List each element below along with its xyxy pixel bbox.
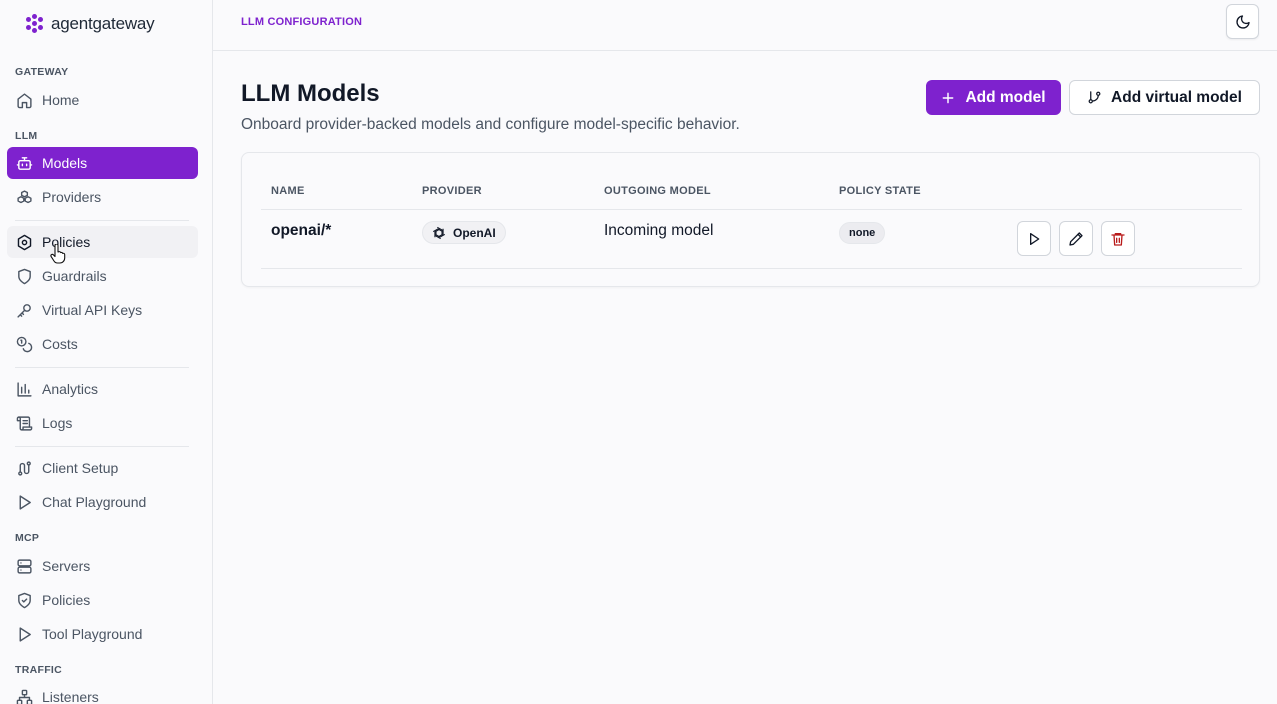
gear-hexagon-icon [17, 234, 32, 250]
sidebar-item-models[interactable]: Models [7, 147, 198, 179]
shield-icon [18, 268, 31, 284]
coins-icon [16, 336, 33, 352]
sidebar-item-home[interactable]: Home [7, 84, 198, 116]
moon-icon [1235, 14, 1250, 29]
table-row-divider [261, 268, 1242, 269]
edit-model-button[interactable] [1059, 221, 1093, 256]
column-header-policy-state: POLICY STATE [839, 185, 921, 197]
page-subtitle: Onboard provider-backed models and confi… [241, 116, 740, 133]
pencil-icon [1069, 231, 1083, 246]
models-table-card: NAME PROVIDER OUTGOING MODEL POLICY STAT… [241, 152, 1260, 287]
sidebar-item-servers[interactable]: Servers [7, 550, 198, 582]
sidebar-item-label: Virtual API Keys [42, 302, 143, 318]
home-icon [17, 92, 32, 108]
sidebar-divider [15, 220, 189, 221]
bot-icon [16, 156, 33, 170]
add-model-button[interactable]: Add model [926, 80, 1061, 115]
git-branch-icon [1088, 91, 1101, 104]
table-header-divider [261, 209, 1242, 210]
section-label-mcp: MCP [15, 532, 40, 544]
model-name: openai/* [271, 222, 332, 239]
sidebar-item-mcp-policies[interactable]: Policies [7, 584, 198, 616]
sidebar-item-label: Servers [42, 558, 91, 574]
sidebar-item-chat-playground[interactable]: Chat Playground [7, 486, 198, 518]
sidebar-item-label: Providers [42, 189, 102, 205]
sidebar: agentgateway GATEWAY Home LLM Models Pro… [0, 0, 213, 704]
brand[interactable]: agentgateway [26, 14, 155, 34]
sidebar-item-label: Listeners [42, 689, 99, 704]
theme-toggle-button[interactable] [1226, 4, 1259, 39]
add-model-label: Add model [965, 88, 1046, 106]
column-header-outgoing-model: OUTGOING MODEL [604, 185, 711, 197]
server-icon [17, 558, 32, 574]
sidebar-item-costs[interactable]: Costs [7, 328, 198, 360]
section-label-llm: LLM [15, 130, 38, 142]
breadcrumb: LLM CONFIGURATION [241, 16, 363, 28]
test-model-button[interactable] [1017, 221, 1051, 256]
column-header-provider: PROVIDER [422, 185, 482, 197]
openai-icon [432, 226, 446, 239]
key-icon [17, 303, 31, 318]
route-icon [18, 460, 31, 476]
topbar: LLM CONFIGURATION [213, 0, 1277, 51]
section-label-gateway: GATEWAY [15, 66, 69, 78]
pointer-cursor-icon [50, 244, 66, 264]
sidebar-item-label: Tool Playground [42, 626, 143, 642]
sidebar-item-label: Guardrails [42, 268, 107, 284]
network-icon [16, 689, 33, 704]
provider-name: OpenAI [453, 225, 496, 240]
sidebar-item-logs[interactable]: Logs [7, 407, 198, 439]
sidebar-item-label: Models [42, 155, 88, 171]
sidebar-divider [15, 446, 189, 447]
sidebar-item-label: Costs [42, 336, 78, 352]
sidebar-item-label: Client Setup [42, 460, 119, 476]
sidebar-item-policies[interactable]: Policies [7, 226, 198, 258]
sidebar-item-label: Home [42, 92, 80, 108]
boxes-icon [17, 189, 32, 203]
sidebar-item-guardrails[interactable]: Guardrails [7, 260, 198, 292]
add-virtual-model-label: Add virtual model [1111, 88, 1242, 106]
policy-state-badge: none [839, 222, 886, 244]
sidebar-item-virtual-api-keys[interactable]: Virtual API Keys [7, 294, 198, 326]
sidebar-item-analytics[interactable]: Analytics [7, 373, 198, 405]
column-header-name: NAME [271, 185, 305, 197]
play-icon [19, 494, 31, 510]
scroll-icon [16, 415, 33, 431]
add-virtual-model-button[interactable]: Add virtual model [1069, 80, 1260, 115]
sidebar-item-label: Analytics [42, 381, 99, 397]
sidebar-item-listeners[interactable]: Listeners [7, 681, 198, 704]
bar-chart-icon [17, 381, 32, 397]
play-icon [19, 626, 31, 642]
delete-model-button[interactable] [1101, 221, 1135, 256]
sidebar-item-providers[interactable]: Providers [7, 181, 198, 213]
sidebar-item-tool-playground[interactable]: Tool Playground [7, 618, 198, 650]
sidebar-item-label: Chat Playground [42, 494, 147, 510]
plus-icon [943, 92, 954, 103]
agentgateway-logo-icon [26, 14, 44, 34]
provider-badge: OpenAI [422, 221, 506, 244]
section-label-traffic: TRAFFIC [15, 664, 63, 676]
outgoing-model: Incoming model [604, 222, 714, 239]
trash-icon [1111, 232, 1125, 246]
shield-check-icon [18, 592, 31, 608]
sidebar-item-label: Logs [42, 415, 73, 431]
sidebar-item-client-setup[interactable]: Client Setup [7, 452, 198, 484]
sidebar-divider [15, 367, 189, 368]
play-icon [1030, 232, 1040, 245]
brand-name: agentgateway [51, 14, 155, 33]
sidebar-item-label: Policies [42, 592, 91, 608]
page-title: LLM Models [241, 80, 380, 107]
